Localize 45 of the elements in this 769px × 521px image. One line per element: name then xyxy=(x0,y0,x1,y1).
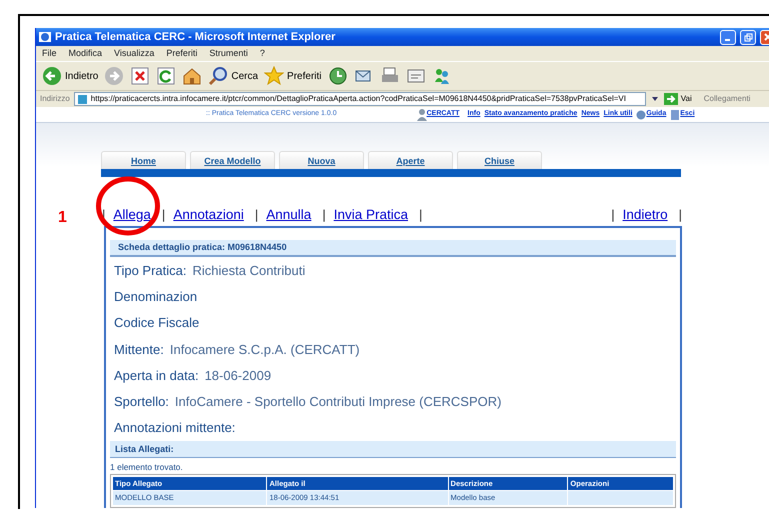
field-label: Aperta in data: xyxy=(114,366,199,385)
separator: | xyxy=(611,206,615,224)
address-field[interactable]: https://praticacercts.intra.infocamere.it/ptcr/common/DettaglioPraticaAperta.action?codPraticaSel=M09618N4450&pridPraticaSel=7538pvPraticaSel=VI xyxy=(74,92,646,106)
menu-item[interactable]: Preferiti xyxy=(166,46,198,60)
menu-item[interactable]: ? xyxy=(260,46,265,60)
field-value: Richiesta Contributi xyxy=(192,262,306,280)
field-value: 18-06-2009 xyxy=(204,366,272,385)
separator: | xyxy=(419,206,422,224)
menu-item[interactable]: Visualizza xyxy=(114,46,154,60)
menu-item[interactable]: File xyxy=(42,46,57,60)
menu-item[interactable]: Strumenti xyxy=(209,46,248,60)
field-label: Mittente: xyxy=(114,340,164,359)
section-header: Lista Allegati: xyxy=(110,441,676,458)
annotation-number: 1 xyxy=(58,208,67,228)
go-button[interactable]: Vai xyxy=(664,93,692,105)
nav-tab[interactable]: Chiuse xyxy=(457,151,542,169)
field-label: Sportello: xyxy=(114,393,169,412)
nav-tab[interactable]: Crea Modello xyxy=(190,151,275,169)
back-button[interactable]: Indietro xyxy=(42,66,98,86)
nav-tab[interactable]: Aperte xyxy=(368,151,453,169)
field-value: Infocamere S.C.p.A. (CERCATT) xyxy=(170,340,360,359)
field-label: Codice Fiscale xyxy=(114,314,200,332)
separator: | xyxy=(162,206,166,224)
action-link[interactable]: Allega xyxy=(113,205,151,226)
field-label: Denominazion xyxy=(114,288,198,306)
separator: | xyxy=(254,206,258,224)
result-count: 1 elemento trovato. xyxy=(110,461,184,474)
search-button[interactable]: Cerca xyxy=(208,66,258,86)
action-link[interactable]: Annotazioni xyxy=(173,205,244,226)
address-label: Indirizzo xyxy=(40,93,70,105)
action-link[interactable]: Indietro xyxy=(622,205,668,226)
action-link[interactable]: Invia Pratica xyxy=(334,205,408,226)
field-value: InfoCamere - Sportello Contributi Imprese (CERCSPOR) xyxy=(174,393,502,412)
separator: | xyxy=(322,206,326,224)
action-link[interactable]: Annulla xyxy=(266,205,312,226)
nav-tab[interactable]: Nuova xyxy=(279,151,364,169)
nav-tab[interactable]: Home xyxy=(101,151,186,169)
window-title: Pratica Telematica CERC - Microsoft Internet Explorer xyxy=(55,30,336,45)
separator: | xyxy=(678,206,682,224)
links-label[interactable]: Collegamenti xyxy=(704,93,750,105)
panel-header: Scheda dettaglio pratica: M09618N4450 xyxy=(110,240,676,258)
menu-item[interactable]: Modifica xyxy=(68,46,102,60)
field-label: Annotazioni mittente: xyxy=(114,419,236,438)
favorites-button[interactable]: Preferiti xyxy=(264,66,322,86)
field-label: Tipo Pratica: xyxy=(114,262,186,280)
